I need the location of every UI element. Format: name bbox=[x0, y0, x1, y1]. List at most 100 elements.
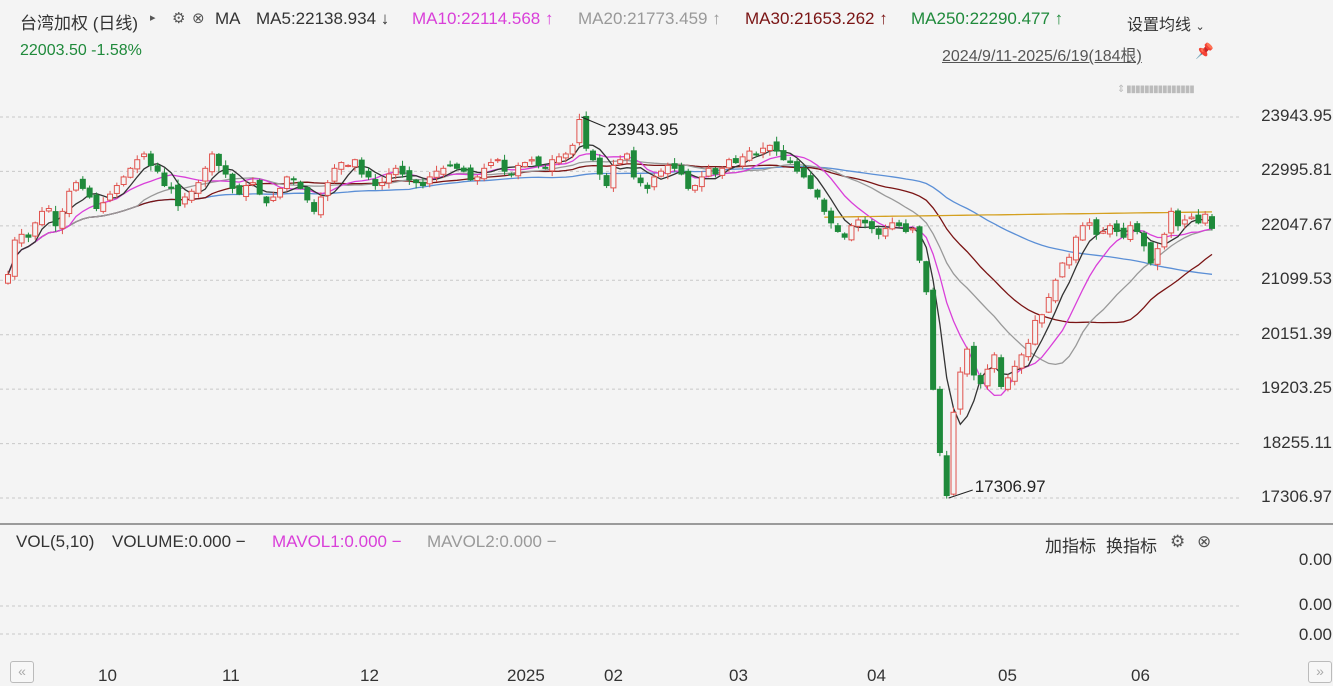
candle bbox=[1066, 256, 1073, 266]
candle bbox=[1140, 232, 1147, 247]
candle bbox=[73, 182, 80, 191]
candle bbox=[5, 274, 11, 284]
candlesticks bbox=[5, 111, 1215, 499]
x-tick-label: 06 bbox=[1131, 666, 1150, 685]
candle bbox=[1147, 242, 1154, 264]
moving-average-lines bbox=[7, 144, 1213, 426]
candle bbox=[365, 170, 372, 178]
candle bbox=[297, 181, 304, 189]
candle bbox=[746, 150, 753, 161]
candle bbox=[86, 187, 93, 198]
candle bbox=[834, 225, 841, 232]
candle bbox=[977, 375, 984, 385]
candle bbox=[984, 368, 991, 387]
candle bbox=[147, 153, 154, 166]
candle bbox=[460, 167, 467, 172]
vol-label: VOL(5,10) bbox=[16, 532, 95, 551]
candle bbox=[589, 150, 596, 161]
candle bbox=[494, 159, 501, 162]
candle bbox=[161, 172, 168, 187]
add-indicator-button[interactable]: 加指标 bbox=[1045, 532, 1096, 557]
y-tick-label: 17306.97 bbox=[1261, 487, 1332, 506]
candle bbox=[787, 160, 794, 164]
candle bbox=[726, 159, 733, 169]
candle bbox=[317, 196, 324, 216]
indicator-gear-icon[interactable]: ⚙ bbox=[1170, 532, 1185, 552]
candle bbox=[1154, 248, 1161, 265]
candle bbox=[1045, 296, 1052, 313]
candle bbox=[1004, 377, 1011, 390]
candlestick-chart[interactable]: 23943.95 17306.97 bbox=[0, 0, 1333, 685]
candle bbox=[474, 176, 481, 182]
vol-tick: 0.00 bbox=[1298, 550, 1332, 569]
indicator-close-icon[interactable]: ⊗ bbox=[1197, 532, 1211, 552]
candle bbox=[950, 411, 957, 495]
candle bbox=[195, 182, 202, 194]
mavol2-value: MAVOL2:0.000 − bbox=[427, 532, 557, 551]
candle bbox=[1209, 216, 1215, 229]
candle bbox=[229, 173, 236, 189]
candle bbox=[311, 202, 318, 212]
candle bbox=[712, 168, 719, 175]
candle bbox=[828, 210, 835, 224]
candle bbox=[780, 150, 787, 161]
candle bbox=[25, 234, 32, 238]
candle bbox=[256, 179, 263, 195]
candle bbox=[658, 170, 665, 177]
candle bbox=[399, 165, 406, 175]
y-tick-label: 22047.67 bbox=[1261, 214, 1332, 234]
candle bbox=[1079, 225, 1086, 241]
candle bbox=[1011, 365, 1018, 382]
candle bbox=[521, 162, 528, 168]
candle bbox=[406, 170, 413, 181]
candle bbox=[1168, 210, 1175, 234]
candle bbox=[644, 184, 651, 189]
candle bbox=[358, 159, 365, 175]
candle bbox=[52, 211, 59, 227]
scroll-left-button[interactable]: « bbox=[10, 661, 34, 683]
candle bbox=[1106, 225, 1113, 235]
candle bbox=[964, 348, 971, 375]
x-tick-label: 11 bbox=[222, 666, 240, 685]
switch-indicator-button[interactable]: 换指标 bbox=[1106, 532, 1157, 557]
candle bbox=[991, 354, 998, 370]
candle bbox=[93, 194, 100, 210]
grid-lines bbox=[0, 116, 1240, 499]
candle bbox=[875, 228, 882, 235]
candle bbox=[766, 144, 773, 152]
candle bbox=[1120, 227, 1127, 238]
candle bbox=[916, 226, 923, 261]
candle bbox=[1059, 262, 1066, 278]
candle bbox=[1174, 210, 1181, 227]
candle bbox=[630, 150, 637, 178]
mavol1-value: MAVOL1:0.000 − bbox=[272, 532, 402, 551]
candle bbox=[821, 199, 828, 212]
candle bbox=[324, 182, 331, 196]
candle bbox=[1181, 219, 1188, 225]
candle bbox=[351, 159, 358, 168]
candle bbox=[379, 182, 386, 187]
candle bbox=[773, 141, 780, 152]
candle bbox=[419, 181, 426, 187]
candle bbox=[113, 185, 120, 194]
candle bbox=[426, 176, 433, 185]
candle bbox=[338, 162, 345, 170]
candle bbox=[277, 187, 284, 198]
candle bbox=[562, 153, 569, 159]
candle bbox=[243, 185, 250, 198]
candle bbox=[664, 164, 671, 175]
candle bbox=[896, 222, 903, 227]
scroll-right-button[interactable]: » bbox=[1308, 661, 1332, 683]
candle bbox=[1195, 214, 1202, 224]
candle bbox=[59, 210, 66, 229]
candle bbox=[610, 164, 617, 189]
volume-value: VOLUME:0.000 − bbox=[112, 532, 246, 551]
candle bbox=[862, 219, 869, 224]
candle bbox=[923, 261, 930, 293]
candle bbox=[447, 164, 454, 167]
candle bbox=[413, 179, 420, 184]
candle bbox=[936, 388, 943, 453]
candle bbox=[1188, 216, 1195, 220]
candle bbox=[698, 176, 705, 188]
x-tick-label: 05 bbox=[998, 666, 1017, 685]
